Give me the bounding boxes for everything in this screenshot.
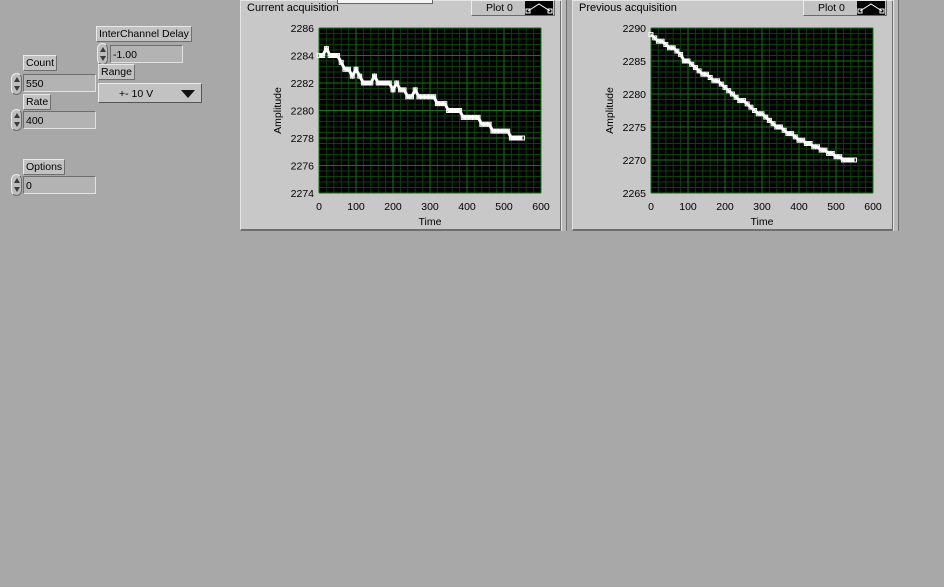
x-tick-label: 100 [347,201,365,213]
x-tick-label: 0 [316,201,322,213]
graph-panel-previous [572,0,894,231]
plot-legend-swatch-icon [857,1,885,15]
x-tick-label: 500 [495,201,513,213]
y-tick-label: 2280 [291,106,315,118]
x-tick-label: 200 [384,201,402,213]
graph-title-previous: Previous acquisition [579,2,677,14]
y-axis-label: Amplitude [272,87,284,134]
y-tick-label: 2282 [291,78,315,90]
plot-legend-previous[interactable]: Plot 0 [803,0,887,16]
graph-panel-previous-edge [893,0,899,231]
x-tick-label: 300 [421,201,439,213]
x-tick-label: 400 [458,201,476,213]
y-tick-label: 2274 [291,188,315,200]
x-axis-label: Time [419,216,442,228]
vi-front-panel: { "controls": { "count": { "label": "Cou… [0,0,944,587]
x-tick-label: 600 [532,201,550,213]
y-tick-label: 2284 [291,51,315,63]
plot-legend-name: Plot 0 [818,2,845,14]
y-tick-label: 2276 [291,161,315,173]
y-tick-label: 2278 [291,133,315,145]
y-tick-label: 2286 [291,23,315,35]
